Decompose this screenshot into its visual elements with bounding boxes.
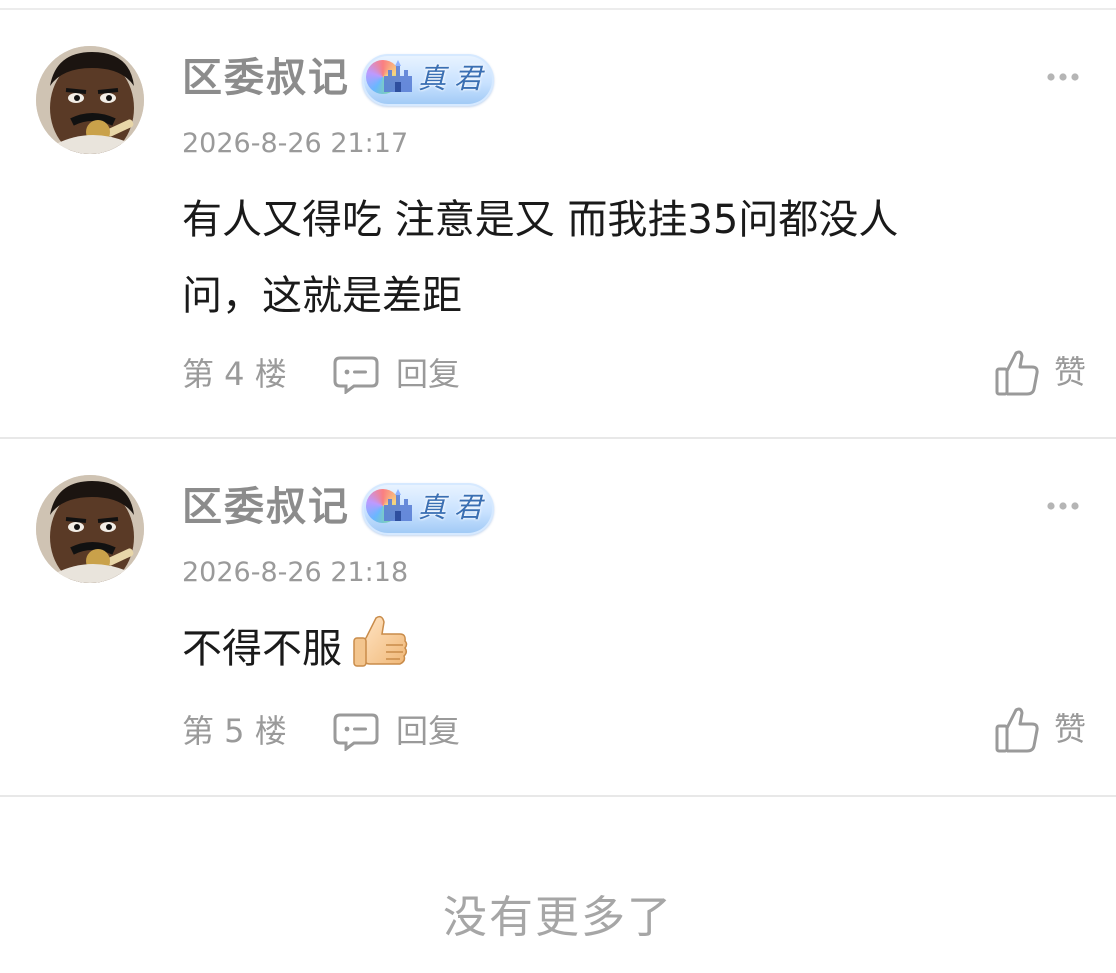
avatar-image (36, 475, 144, 583)
reply-button[interactable]: 回复 (332, 707, 460, 755)
comment-content: 不得不服 (182, 611, 1062, 687)
like-label: 赞 (1053, 353, 1086, 391)
comment-text: 不得不服 (182, 626, 342, 672)
floor-number: 第 4 楼 (182, 355, 287, 393)
badge-icon (384, 60, 412, 92)
like-button[interactable]: 赞 (994, 701, 1086, 757)
user-badge: 真君 (362, 483, 494, 535)
more-dots-icon[interactable] (1046, 70, 1080, 84)
avatar-image (36, 46, 144, 154)
avatar[interactable] (36, 46, 144, 154)
avatar[interactable] (36, 475, 144, 583)
comment-text-line: 不得不服 (182, 611, 1062, 687)
like-button[interactable]: 赞 (994, 344, 1086, 400)
reply-button[interactable]: 回复 (332, 350, 460, 398)
reply-label: 回复 (396, 355, 461, 393)
timestamp: 2026-8-26 21:18 (182, 557, 409, 588)
comment-footer: 第 4 楼 回复 赞 (182, 350, 1086, 398)
username[interactable]: 区委叔记 (182, 483, 350, 531)
floor-number: 第 5 楼 (182, 712, 287, 750)
timestamp: 2026-8-26 21:17 (182, 128, 409, 159)
like-icon (995, 707, 1039, 753)
comment-content: 有人又得吃 注意是又 而我挂35问都没人 问，这就是差距 (182, 182, 1062, 334)
comment-text-line: 有人又得吃 注意是又 而我挂35问都没人 (182, 197, 899, 243)
reply-label: 回复 (396, 712, 461, 750)
badge-text: 真君 (418, 62, 491, 95)
user-badge: 真君 (362, 54, 494, 106)
reply-icon (333, 713, 379, 751)
no-more-label: 没有更多了 (443, 892, 673, 943)
badge-icon (384, 489, 412, 521)
comment-item: 区委叔记 真君 2026-8-26 21:17 有人又得吃 注意是又 而我挂35… (0, 10, 1116, 437)
more-dots-icon[interactable] (1046, 499, 1080, 513)
badge-text: 真君 (418, 491, 491, 524)
comment-text-line: 问，这就是差距 (182, 273, 462, 319)
reply-icon (333, 356, 379, 394)
comment-divider (0, 795, 1116, 797)
username[interactable]: 区委叔记 (182, 54, 350, 102)
like-icon (995, 350, 1039, 396)
comment-item: 区委叔记 真君 2026-8-26 21:18 不得不服 第 5 楼 回复 赞 (0, 439, 1116, 795)
comment-footer: 第 5 楼 回复 赞 (182, 707, 1086, 755)
thumbs-up-emoji (353, 615, 408, 667)
like-label: 赞 (1053, 710, 1086, 748)
